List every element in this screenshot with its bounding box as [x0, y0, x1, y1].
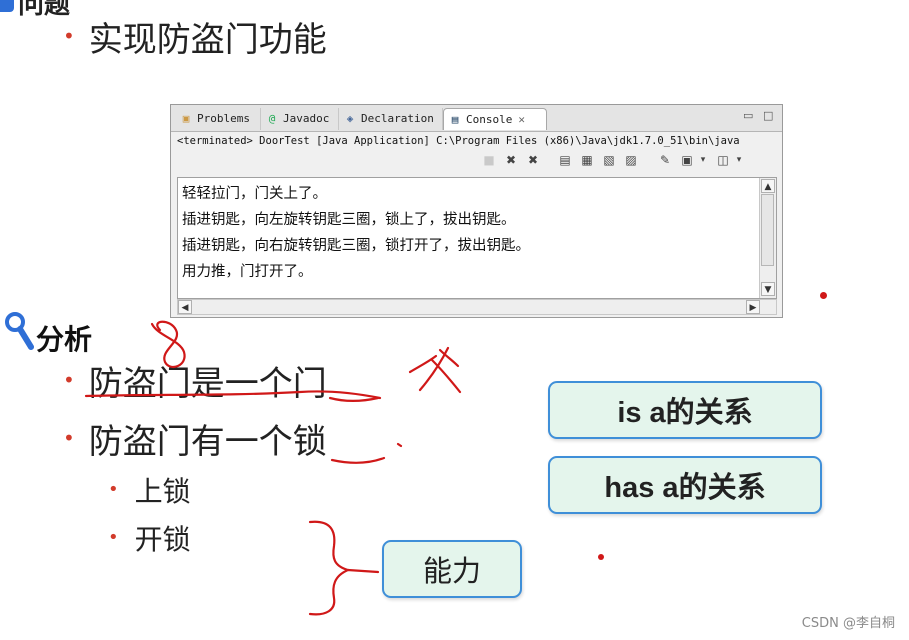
handwritten-annotations: [84, 320, 462, 616]
ink-scribble-fu: [408, 354, 438, 374]
ink-curly-brace: [308, 520, 380, 616]
ink-underline-men: [328, 396, 380, 403]
ink-strike-line: [84, 390, 382, 400]
ink-scribble-fu: [418, 346, 450, 392]
ink-tick: [396, 442, 403, 448]
ink-underline-lock: [330, 456, 386, 464]
watermark: CSDN @李自桐: [801, 616, 895, 631]
ink-scribble-8: [150, 320, 186, 369]
